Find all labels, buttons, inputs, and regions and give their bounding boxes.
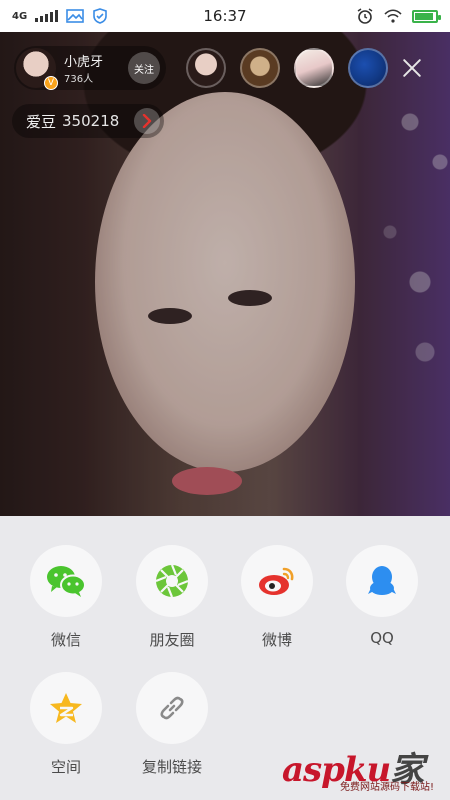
shield-icon [93,8,107,24]
share-qzone-circle[interactable] [30,672,102,744]
share-copy-link-circle[interactable] [136,672,208,744]
share-moments-circle[interactable] [136,545,208,617]
gallery-icon [66,9,84,23]
viewer-avatars [186,48,388,88]
verified-badge-icon: V [44,76,58,90]
host-text: 小虎牙 736人 [64,51,103,85]
share-wechat-label: 微信 [50,631,81,649]
share-qq-circle[interactable] [346,545,418,617]
watermark-tagline: 免费网站源码下载站! [340,782,435,793]
link-icon [160,696,184,720]
viewer-avatar[interactable] [240,48,280,88]
share-copy-link[interactable]: 复制链接 [127,672,217,777]
viewer-avatar[interactable] [186,48,226,88]
status-bar: 4G 16:37 [0,0,450,32]
watermark: aspku家 免费网站源码下载站! [282,742,446,796]
host-name: 小虎牙 [64,55,104,70]
wifi-icon [384,9,402,23]
viewer-avatar[interactable] [348,48,388,88]
share-weibo-circle[interactable] [241,545,313,617]
idol-score[interactable]: 爱豆 350218 [12,104,164,138]
share-moments-label: 朋友圈 [149,631,195,649]
status-left: 4G [12,8,108,24]
share-qzone-label: 空间 [50,758,81,776]
share-qq[interactable]: QQ [337,545,427,647]
network-type: 4G [12,10,28,22]
chevron-right-icon[interactable] [134,108,160,134]
follow-button[interactable]: 关注 [128,52,160,84]
share-copy-link-label: 复制链接 [141,758,202,776]
close-icon[interactable] [398,54,426,82]
share-qzone[interactable]: 空间 [21,672,111,777]
share-qq-label: QQ [370,629,394,647]
idol-value: 350218 [62,112,120,130]
host-avatar[interactable]: V [16,48,58,90]
qq-icon [368,566,396,595]
share-wechat-circle[interactable] [30,545,102,617]
share-weibo[interactable]: 微博 [232,545,322,650]
moments-icon [155,564,189,598]
signal-icon [35,10,59,22]
share-wechat[interactable]: 微信 [21,545,111,650]
qzone-icon [50,693,82,723]
idol-label: 爱豆 [26,112,57,131]
weibo-icon [259,567,294,595]
wechat-icon [47,566,86,597]
host-info[interactable]: V 小虎牙 736人 关注 [14,46,166,90]
share-moments[interactable]: 朋友圈 [127,545,217,650]
host-viewer-count: 736人 [64,74,94,85]
viewer-avatar[interactable] [294,48,334,88]
alarm-icon [357,8,373,24]
battery-fill [415,12,433,20]
battery-icon [412,9,441,23]
status-right [356,7,441,25]
share-weibo-label: 微博 [261,631,292,649]
